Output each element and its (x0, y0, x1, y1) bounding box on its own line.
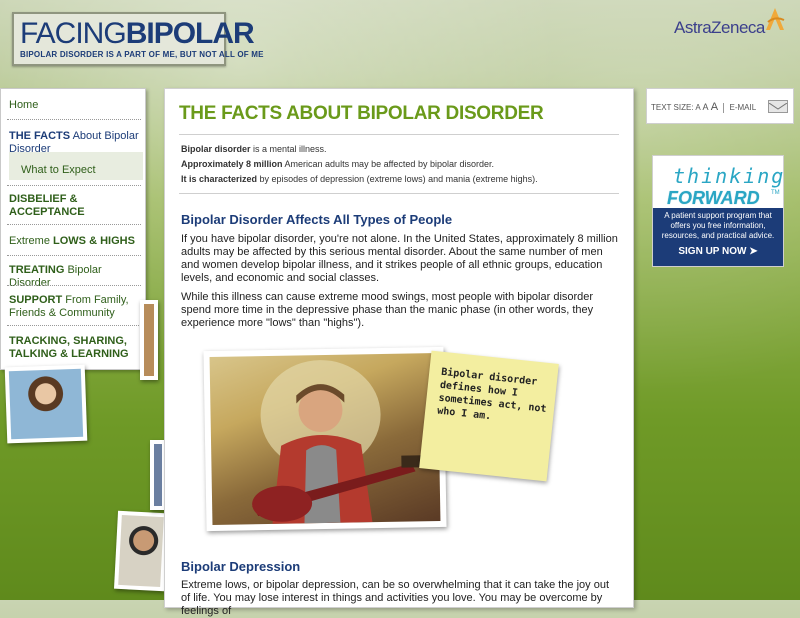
text-size-medium-button[interactable]: A (702, 102, 708, 112)
fact-text: American adults may be affected by bipol… (282, 159, 494, 169)
promo-trademark: TM (771, 190, 780, 196)
email-link[interactable]: E-MAIL (730, 103, 757, 112)
fact-bold: It is characterized (181, 174, 258, 184)
promo-logo-forward: FORWARD (667, 188, 760, 208)
logo-wordmark: FACINGBIPOLAR (20, 16, 255, 52)
sticky-note-text: Bipolar disorder defines how I sometimes… (436, 366, 547, 423)
nav-item-caps: LOWS & HIGHS (53, 235, 135, 247)
feature-image: Bipolar disorder defines how I sometimes… (203, 346, 559, 532)
text-size-controls: TEXT SIZE: A A A E-MAIL (651, 101, 756, 113)
logo-tagline: BIPOLAR DISORDER IS A PART OF ME, BUT NO… (20, 50, 264, 59)
nav-item-tracking-sharing[interactable]: TRACKING, SHARING, TALKING & LEARNING (9, 335, 143, 361)
main-content: THE FACTS ABOUT BIPOLAR DISORDER Bipolar… (164, 88, 634, 617)
fact-text: is a mental illness. (250, 144, 327, 154)
guitar-photo-image (209, 353, 441, 525)
nav-item-text: Home (9, 99, 39, 111)
fact-text: by episodes of depression (extreme lows)… (257, 174, 538, 184)
left-navigation: Home THE FACTS About Bipolar Disorder Wh… (0, 88, 146, 370)
nav-item-caps: TREATING (9, 264, 65, 276)
nav-item-support[interactable]: SUPPORT From Family, Friends & Community (9, 294, 143, 320)
fact-line: It is characterized by episodes of depre… (181, 172, 538, 187)
text-size-label: TEXT SIZE: (651, 103, 694, 112)
nav-item-caps: SUPPORT (9, 294, 63, 306)
astrazeneca-logo-text[interactable]: AstraZeneca (674, 18, 765, 38)
nav-item-text: Extreme (9, 235, 54, 247)
decorative-photo-woman (4, 364, 88, 444)
nav-item-caps: THE FACTS (9, 130, 71, 142)
nav-item-caps: TRACKING, SHARING, TALKING & LEARNING (9, 335, 129, 360)
title-divider (179, 134, 619, 135)
decorative-photo-edge (140, 300, 158, 380)
guitar-photo (203, 346, 447, 532)
nav-divider (7, 255, 141, 256)
site-logo[interactable]: FACINGBIPOLAR BIPOLAR DISORDER IS A PART… (12, 12, 263, 66)
page-title: THE FACTS ABOUT BIPOLAR DISORDER (179, 103, 544, 124)
promo-description: A patient support program that offers yo… (661, 211, 775, 240)
envelope-icon-glyph (768, 102, 788, 110)
sign-up-button[interactable]: SIGN UP NOW ➤ (657, 246, 779, 257)
nav-divider (7, 285, 141, 286)
thinking-forward-promo[interactable]: thinking FORWARD TM A patient support pr… (652, 155, 784, 267)
guitar-player-illustration (252, 360, 424, 524)
logo-word-facing: FACING (20, 17, 127, 50)
utility-divider (723, 102, 725, 113)
promo-logo-thinking: thinking (673, 164, 786, 188)
fact-bold: Bipolar disorder (181, 144, 251, 154)
nav-divider (7, 325, 141, 326)
nav-divider (7, 185, 141, 186)
nav-item-text: What to Expect (21, 164, 96, 176)
section-heading-affects: Bipolar Disorder Affects All Types of Pe… (181, 212, 453, 227)
facts-divider (179, 193, 619, 194)
text-size-large-button[interactable]: A (711, 101, 718, 113)
sticky-note: Bipolar disorder defines how I sometimes… (419, 350, 559, 482)
nav-divider (7, 119, 141, 120)
section-paragraph: If you have bipolar disorder, you're not… (181, 233, 618, 284)
section-paragraph: Extreme lows, or bipolar depression, can… (181, 579, 610, 617)
section-paragraph: While this illness can cause extreme moo… (181, 291, 594, 329)
nav-item-disbelief-acceptance[interactable]: DISBELIEF & ACCEPTANCE (9, 193, 143, 219)
envelope-icon[interactable] (768, 100, 788, 113)
text-size-small-button[interactable]: A (695, 103, 700, 112)
facts-summary: Bipolar disorder is a mental illness. Ap… (181, 142, 538, 187)
nav-item-home[interactable]: Home (9, 99, 143, 112)
fact-line: Approximately 8 million American adults … (181, 157, 538, 172)
nav-item-what-to-expect[interactable]: What to Expect (21, 164, 139, 177)
decorative-photo-man (113, 510, 169, 592)
promo-band: A patient support program that offers yo… (653, 208, 783, 266)
nav-item-treating[interactable]: TREATING Bipolar Disorder (9, 264, 143, 290)
nav-item-the-facts[interactable]: THE FACTS About Bipolar Disorder (9, 130, 143, 156)
nav-divider (7, 224, 141, 225)
nav-item-caps: DISBELIEF & ACCEPTANCE (9, 193, 85, 218)
fact-line: Bipolar disorder is a mental illness. (181, 142, 538, 157)
astrazeneca-symbol-icon (766, 8, 785, 30)
logo-word-bipolar: BIPOLAR (125, 17, 255, 50)
nav-item-lows-highs[interactable]: Extreme LOWS & HIGHS (9, 235, 143, 248)
section-heading-depression: Bipolar Depression (181, 559, 301, 574)
fact-bold: Approximately 8 million (181, 159, 283, 169)
